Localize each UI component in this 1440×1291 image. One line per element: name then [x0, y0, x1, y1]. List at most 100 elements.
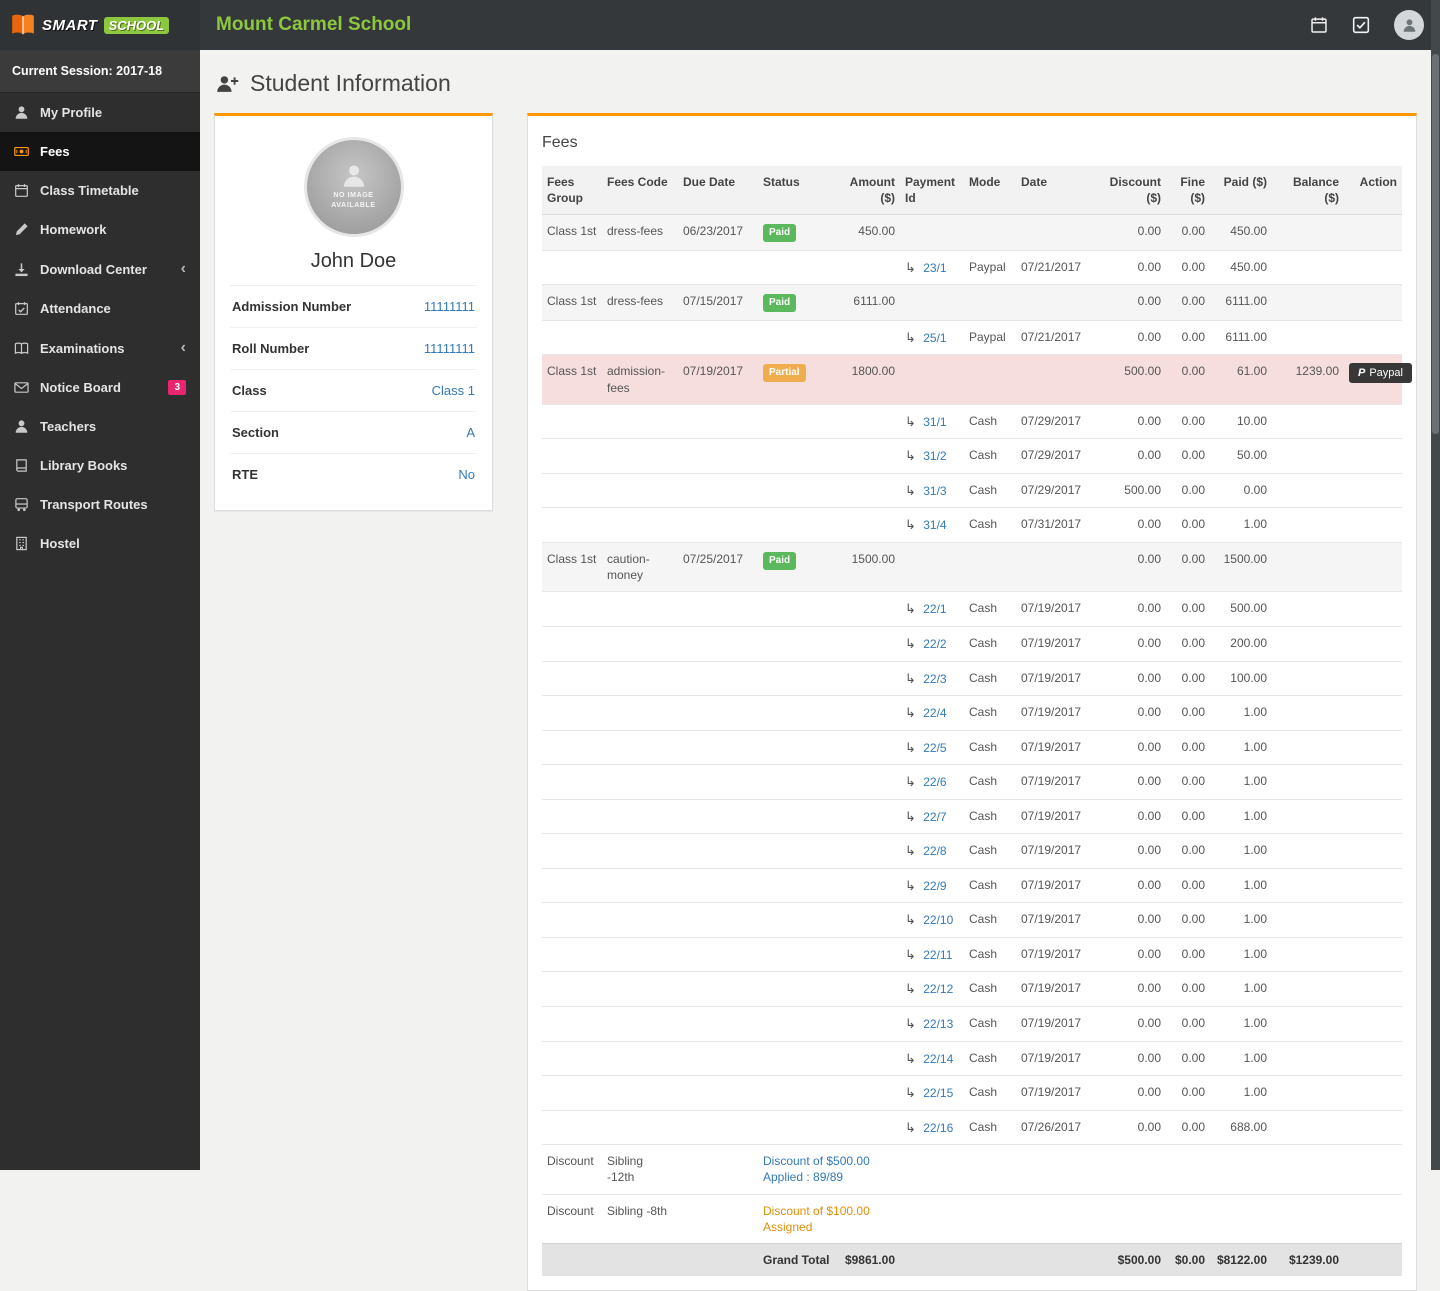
- payment-id-link[interactable]: 22/7: [923, 810, 946, 824]
- sidebar-item-notice-board[interactable]: Notice Board 3: [0, 368, 200, 407]
- cell-fees-group: [542, 729, 602, 765]
- cell-due-date: 07/25/2017: [678, 542, 758, 592]
- sidebar-item-transport-routes[interactable]: Transport Routes: [0, 485, 200, 524]
- payment-id-link[interactable]: 22/9: [923, 879, 946, 893]
- cell-date: 07/19/2017: [1016, 764, 1096, 800]
- payment-detail-row: ↳ 22/15 Cash 07/19/2017 0.00 0.00 1.00: [542, 1075, 1402, 1111]
- cell-balance: [1272, 798, 1344, 834]
- payment-id-link[interactable]: 25/1: [923, 331, 946, 345]
- sidebar-item-class-timetable[interactable]: Class Timetable: [0, 171, 200, 210]
- payment-id-link[interactable]: 22/16: [923, 1121, 953, 1135]
- cell-fine: $0.00: [1166, 1242, 1210, 1277]
- cell-amount: 6111.00: [828, 284, 900, 321]
- cell-action: [1344, 319, 1402, 355]
- cell-action: [1344, 214, 1402, 251]
- field-value: 11111111: [423, 341, 475, 356]
- cell-due-date: [678, 695, 758, 731]
- payment-id-link[interactable]: 22/1: [923, 602, 946, 616]
- payment-id-link[interactable]: 31/3: [923, 484, 946, 498]
- cell-due-date: [678, 591, 758, 627]
- sidebar-item-teachers[interactable]: Teachers: [0, 407, 200, 446]
- cell-payment-id: ↳ 22/13: [900, 1005, 964, 1042]
- cell-paid: 1.00: [1210, 936, 1272, 972]
- cell-fine: 0.00: [1166, 936, 1210, 972]
- cell-paid: [1210, 1144, 1272, 1195]
- cell-action: [1344, 1005, 1402, 1042]
- notice-icon: [14, 380, 29, 395]
- cell-action: [1344, 867, 1402, 903]
- cell-balance: [1272, 764, 1344, 800]
- user-avatar[interactable]: [1394, 10, 1424, 40]
- cell-discount: 0.00: [1096, 591, 1166, 627]
- sidebar-item-examinations[interactable]: Examinations ‹: [0, 328, 200, 368]
- cell-payment-id: ↳ 22/4: [900, 695, 964, 731]
- sub-payment-arrow-icon: ↳: [905, 981, 916, 997]
- cell-mode: [964, 214, 1016, 251]
- fee-row: Class 1st dress-fees 07/15/2017 Paid 6111.00…: [542, 284, 1402, 321]
- payment-id-link[interactable]: 22/12: [923, 982, 953, 996]
- sub-payment-arrow-icon: ↳: [905, 1119, 916, 1135]
- payment-id-link[interactable]: 22/8: [923, 844, 946, 858]
- cell-fees-code: [602, 1005, 678, 1042]
- payment-id-link[interactable]: 22/15: [923, 1086, 953, 1100]
- payment-id-link[interactable]: 22/13: [923, 1017, 953, 1031]
- session-label: Current Session: 2017-18: [0, 50, 200, 93]
- cell-fees-code: [602, 695, 678, 731]
- cell-fees-group: [542, 867, 602, 903]
- calendar-icon[interactable]: [1310, 16, 1328, 34]
- cell-fees-group: [542, 798, 602, 834]
- sidebar-item-attendance[interactable]: Attendance: [0, 289, 200, 328]
- tasks-icon[interactable]: [1352, 16, 1370, 34]
- sub-payment-arrow-icon: ↳: [905, 448, 916, 464]
- payment-id-link[interactable]: 22/4: [923, 706, 946, 720]
- payment-id-link[interactable]: 22/11: [923, 948, 952, 962]
- sub-payment-arrow-icon: ↳: [905, 808, 916, 824]
- sidebar-item-fees[interactable]: Fees: [0, 132, 200, 171]
- payment-id-link[interactable]: 22/5: [923, 741, 946, 755]
- student-name: John Doe: [230, 237, 477, 286]
- cell-due-date: 07/19/2017: [678, 354, 758, 405]
- cell-payment-id: ↳ 22/8: [900, 833, 964, 869]
- payment-id-link[interactable]: 22/3: [923, 672, 946, 686]
- cell-amount: [828, 249, 900, 285]
- app-logo[interactable]: SMART SCHOOL: [0, 0, 200, 50]
- cell-payment-id: ↳ 22/10: [900, 902, 964, 938]
- cell-status: [758, 971, 828, 1007]
- payment-id-link[interactable]: 22/6: [923, 775, 946, 789]
- cell-fine: 0.00: [1166, 971, 1210, 1007]
- payment-id-link[interactable]: 31/1: [923, 415, 946, 429]
- cell-fees-code: [602, 971, 678, 1007]
- sidebar-item-library-books[interactable]: Library Books: [0, 446, 200, 485]
- payment-id-link[interactable]: 23/1: [923, 261, 946, 275]
- cell-fees-code: [602, 472, 678, 508]
- page-scrollbar[interactable]: [1431, 0, 1440, 1170]
- cell-due-date: [678, 798, 758, 834]
- logo-text-school: SCHOOL: [103, 16, 170, 34]
- payment-id-link[interactable]: 22/10: [923, 913, 953, 927]
- cell-balance: [1272, 1005, 1344, 1042]
- sidebar-item-homework[interactable]: Homework: [0, 210, 200, 249]
- sidebar-item-my-profile[interactable]: My Profile: [0, 93, 200, 132]
- cell-fine: 0.00: [1166, 354, 1210, 405]
- cell-status: Paid: [758, 542, 828, 592]
- scrollbar-thumb[interactable]: [1432, 54, 1439, 434]
- cell-action: [1344, 472, 1402, 508]
- cell-mode: Cash: [964, 660, 1016, 696]
- cell-paid: 1.00: [1210, 833, 1272, 869]
- cell-balance: [1272, 867, 1344, 903]
- cell-paid: 0.00: [1210, 472, 1272, 508]
- cell-payment-id: ↳ 31/1: [900, 403, 964, 439]
- sidebar-item-hostel[interactable]: Hostel: [0, 524, 200, 563]
- paypal-pay-button[interactable]: P Paypal: [1349, 363, 1412, 384]
- cell-date: 07/21/2017: [1016, 319, 1096, 355]
- cell-amount: [828, 625, 900, 661]
- col-header-paid: Paid ($): [1210, 166, 1272, 216]
- cell-fees-code: [602, 833, 678, 869]
- payment-id-link[interactable]: 31/2: [923, 449, 946, 463]
- cell-date: 07/29/2017: [1016, 472, 1096, 508]
- payment-id-link[interactable]: 22/14: [923, 1052, 953, 1066]
- payment-id-link[interactable]: 31/4: [923, 518, 946, 532]
- sidebar-item-label: Teachers: [40, 419, 97, 434]
- payment-id-link[interactable]: 22/2: [923, 637, 946, 651]
- sidebar-item-download-center[interactable]: Download Center ‹: [0, 249, 200, 289]
